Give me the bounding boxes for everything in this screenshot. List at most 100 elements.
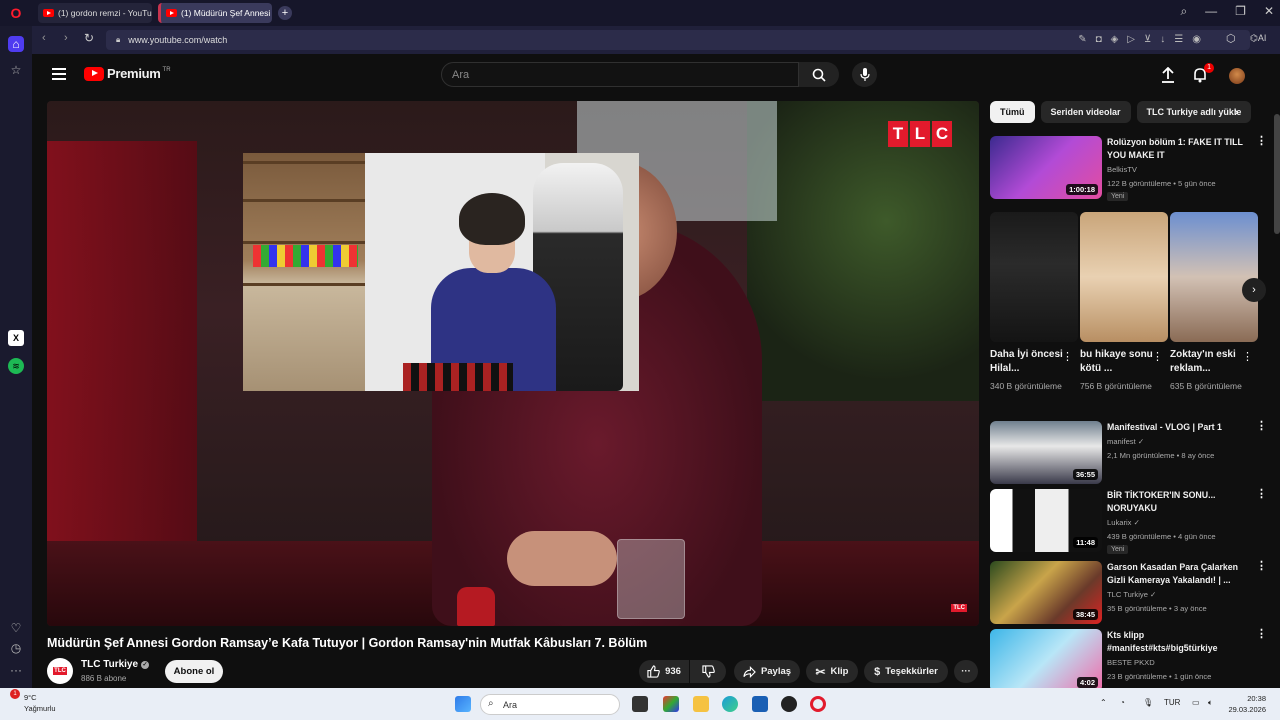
- spotify-icon[interactable]: ≋: [8, 358, 24, 374]
- youtube-premium-logo[interactable]: Premium TR: [84, 66, 171, 81]
- tray-app-icon[interactable]: ◔: [1120, 698, 1125, 707]
- back-icon[interactable]: ‹: [42, 32, 46, 44]
- microphone-tray-icon[interactable]: 🎙︎: [1143, 698, 1153, 707]
- game-app-icon[interactable]: [781, 696, 797, 712]
- tab-gordon-remzi[interactable]: (1) gordon remzi - YouTube: [38, 3, 152, 23]
- tab-current-video[interactable]: (1) Müdürün Şef Annesi G: [158, 3, 272, 23]
- search-placeholder: Ara: [452, 68, 470, 81]
- opera-taskbar-icon[interactable]: [810, 696, 826, 712]
- video-thumbnail[interactable]: 4:02: [990, 629, 1102, 688]
- store-icon[interactable]: [752, 696, 768, 712]
- language-indicator[interactable]: TUR: [1164, 698, 1180, 707]
- more-options-icon[interactable]: ⋮: [1256, 136, 1266, 147]
- recommendation-item[interactable]: 36:55 Manifestival - VLOG | Part 1 manif…: [990, 421, 1266, 487]
- channel-name[interactable]: BelkisTV: [1107, 164, 1137, 175]
- upload-button[interactable]: [1159, 66, 1177, 84]
- video-thumbnail[interactable]: 36:55: [990, 421, 1102, 484]
- video-title[interactable]: Manifestival - VLOG | Part 1: [1107, 421, 1257, 434]
- dislike-button[interactable]: [690, 660, 726, 683]
- search-input[interactable]: Ara: [441, 62, 799, 87]
- windows-start-icon[interactable]: [455, 696, 471, 712]
- clip-button[interactable]: ✂ Klip: [806, 660, 858, 683]
- video-thumbnail[interactable]: 38:45: [990, 561, 1102, 624]
- like-button[interactable]: 936: [639, 660, 689, 683]
- video-title[interactable]: Kts klipp #manifest#kts#big5türkiye: [1107, 629, 1257, 655]
- forward-icon[interactable]: ›: [64, 32, 68, 44]
- short-thumbnail[interactable]: [1080, 212, 1168, 342]
- channel-name[interactable]: TLC Turkiye ✓: [1107, 589, 1156, 600]
- taskbar-search-input[interactable]: ⌕ Ara: [480, 694, 620, 715]
- volume-icon[interactable]: 🔈︎: [1208, 698, 1213, 708]
- heart-icon[interactable]: ♡: [8, 620, 24, 636]
- more-options-icon[interactable]: ⋮: [1242, 350, 1253, 363]
- extensions-icon[interactable]: ⬡: [1226, 32, 1236, 45]
- short-thumbnail[interactable]: [990, 212, 1078, 342]
- more-icon[interactable]: ···: [8, 662, 24, 678]
- channel-name[interactable]: BESTE PKXD: [1107, 657, 1155, 668]
- channel-avatar[interactable]: TLC: [47, 658, 73, 684]
- task-view-icon[interactable]: [632, 696, 648, 712]
- star-icon[interactable]: ☆: [8, 62, 24, 78]
- video-title[interactable]: Garson Kasadan Para Çalarken Gizli Kamer…: [1107, 561, 1257, 587]
- video-thumbnail[interactable]: 1:00:18: [990, 136, 1102, 199]
- subscribe-button[interactable]: Abone ol: [165, 660, 223, 683]
- account-avatar[interactable]: [1229, 68, 1245, 84]
- short-title[interactable]: Zoktay'ın eski reklam...: [1170, 348, 1246, 376]
- channel-name[interactable]: TLC Turkiye ✓: [81, 659, 150, 670]
- menu-icon[interactable]: [52, 68, 66, 80]
- channel-name[interactable]: Lukarix ✓: [1107, 517, 1140, 528]
- home-icon[interactable]: ⌂: [8, 36, 24, 52]
- search-tabs-icon[interactable]: ⌕: [1180, 4, 1187, 19]
- short-title[interactable]: bu hikaye sonu kötü ...: [1080, 348, 1156, 376]
- recommendation-item[interactable]: 11:48 BİR TİKTOKER'IN SONU... NORUYAKU L…: [990, 489, 1266, 555]
- recommendation-item[interactable]: 4:02 Kts klipp #manifest#kts#big5türkiye…: [990, 629, 1266, 688]
- recommendation-item[interactable]: 38:45 Garson Kasadan Para Çalarken Gizli…: [990, 561, 1266, 627]
- maximize-button[interactable]: ❐: [1235, 4, 1246, 19]
- share-button[interactable]: Paylaş: [734, 660, 800, 683]
- video-title[interactable]: BİR TİKTOKER'IN SONU... NORUYAKU: [1107, 489, 1257, 515]
- edge-icon[interactable]: [722, 696, 738, 712]
- history-icon[interactable]: ◷: [8, 640, 24, 656]
- reload-icon[interactable]: ↻: [84, 31, 94, 45]
- page-scrollbar[interactable]: [1274, 114, 1280, 234]
- ai-button[interactable]: ⌬AI: [1250, 33, 1266, 44]
- thanks-button[interactable]: $ Teşekkürler: [864, 660, 948, 683]
- url-field[interactable]: 🔒︎ www.youtube.com/watch ✎◘◈▷⊻↓☰◉: [106, 30, 1250, 50]
- search-button[interactable]: [799, 62, 839, 87]
- more-options-icon[interactable]: ⋮: [1256, 489, 1266, 500]
- file-explorer-icon[interactable]: [693, 696, 709, 712]
- channel-name[interactable]: manifest ✓: [1107, 436, 1144, 447]
- short-views: 340 B görüntüleme: [990, 381, 1062, 391]
- voice-search-button[interactable]: [852, 62, 877, 87]
- chips-next-icon[interactable]: ›: [1234, 104, 1238, 119]
- video-meta: 2,1 Mn görüntüleme • 8 ay önce: [1107, 451, 1215, 460]
- chip-series[interactable]: Seriden videolar: [1040, 101, 1131, 123]
- video-player[interactable]: T L C TLC: [47, 101, 979, 626]
- more-options-icon[interactable]: ⋮: [1256, 629, 1266, 640]
- more-options-icon[interactable]: ⋮: [1062, 350, 1073, 363]
- widgets-icon[interactable]: [663, 696, 679, 712]
- recommendation-item[interactable]: 1:00:18 Rolüzyon bölüm 1: FAKE IT TILL Y…: [990, 136, 1266, 202]
- address-actions[interactable]: ✎◘◈▷⊻↓☰◉: [1078, 34, 1210, 45]
- tray-overflow-icon[interactable]: ⌃: [1100, 698, 1107, 707]
- weather-widget[interactable]: 9°C Yağmurlu: [24, 692, 56, 714]
- new-tab-button[interactable]: +: [278, 6, 292, 20]
- x-twitter-icon[interactable]: X: [8, 330, 24, 346]
- video-thumbnail[interactable]: 11:48: [990, 489, 1102, 552]
- opera-logo-icon[interactable]: O: [0, 0, 32, 26]
- more-options-icon[interactable]: ⋮: [1256, 561, 1266, 572]
- notifications-button[interactable]: 1: [1191, 63, 1214, 84]
- short-thumbnail[interactable]: [1170, 212, 1258, 342]
- close-button[interactable]: ✕: [1264, 4, 1274, 19]
- more-options-icon[interactable]: ⋮: [1152, 350, 1163, 363]
- shorts-next-icon[interactable]: ›: [1242, 278, 1266, 302]
- network-icon[interactable]: ▭: [1192, 698, 1200, 707]
- minimize-button[interactable]: —: [1205, 4, 1217, 19]
- video-title[interactable]: Rolüzyon bölüm 1: FAKE IT TILL YOU MAKE …: [1107, 136, 1257, 162]
- short-title[interactable]: Daha İyi öncesi Hilal...: [990, 348, 1066, 376]
- more-actions-button[interactable]: ···: [954, 660, 978, 683]
- system-clock[interactable]: 20:38 29.03.2026: [1228, 693, 1266, 715]
- logo-region: TR: [162, 66, 171, 73]
- chip-all[interactable]: Tümü: [990, 101, 1035, 123]
- more-options-icon[interactable]: ⋮: [1256, 421, 1266, 432]
